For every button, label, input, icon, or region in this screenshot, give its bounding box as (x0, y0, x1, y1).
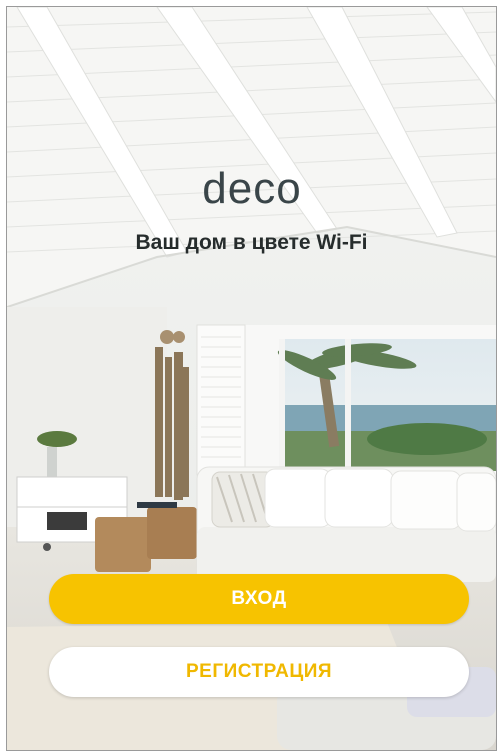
background-living-room-image (7, 7, 496, 750)
logo-text: deco (202, 167, 301, 213)
app-screen: deco Ваш дом в цвете Wi-Fi ВХОД РЕГИСТРА… (6, 6, 497, 751)
deco-logo-icon: deco (202, 164, 301, 213)
register-button-label: РЕГИСТРАЦИЯ (185, 661, 333, 682)
register-button[interactable]: РЕГИСТРАЦИЯ (49, 647, 469, 697)
tagline: Ваш дом в цвете Wi-Fi (135, 231, 368, 254)
deco-logo: deco (7, 164, 496, 220)
login-button-label: ВХОД (231, 588, 287, 609)
login-button[interactable]: ВХОД (49, 574, 469, 624)
